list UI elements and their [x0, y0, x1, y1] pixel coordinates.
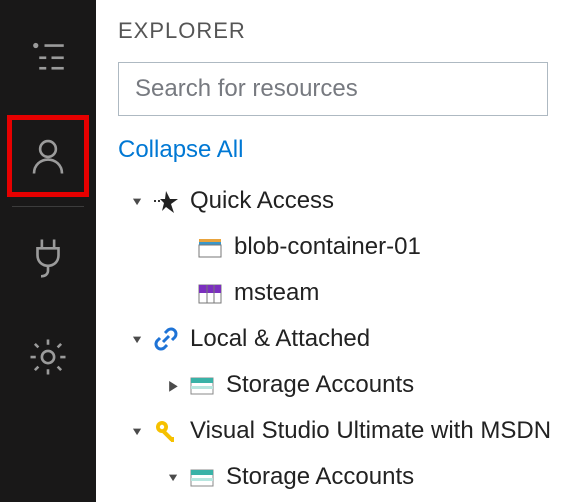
expand-icon[interactable] [164, 377, 182, 394]
tree-label: blob-container-01 [234, 233, 421, 261]
expand-icon[interactable] [128, 423, 146, 439]
tree-label: Storage Accounts [226, 463, 414, 491]
explorer-icon[interactable] [12, 20, 84, 92]
tree-label: Quick Access [190, 187, 334, 215]
container-icon [196, 233, 224, 261]
search-input[interactable] [118, 62, 548, 116]
activity-bar [0, 0, 96, 502]
tree-label: Visual Studio Ultimate with MSDN [190, 417, 551, 445]
tree-node-storage-accounts-2[interactable]: Storage Accounts [118, 454, 562, 500]
tree-node-subscription[interactable]: Visual Studio Ultimate with MSDN [118, 408, 562, 454]
key-icon [152, 417, 180, 445]
account-icon[interactable] [12, 120, 84, 192]
tree-label: Storage Accounts [226, 371, 414, 399]
tree-label: Local & Attached [190, 325, 370, 353]
quick-access-icon [152, 187, 180, 215]
expand-icon[interactable] [128, 193, 146, 209]
storage-icon [188, 371, 216, 399]
tree-label: msteam [234, 279, 319, 307]
tree-node-local-attached[interactable]: Local & Attached [118, 316, 562, 362]
plug-icon[interactable] [12, 221, 84, 293]
table-icon [196, 279, 224, 307]
link-icon [152, 325, 180, 353]
resource-tree: Quick Access blob-container-01 msteam Lo… [118, 178, 562, 500]
collapse-all-link[interactable]: Collapse All [118, 136, 562, 164]
panel-title: EXPLORER [118, 18, 562, 44]
tree-node-storage-accounts-1[interactable]: Storage Accounts [118, 362, 562, 408]
settings-icon[interactable] [12, 321, 84, 393]
sidebar-divider [12, 206, 84, 207]
tree-node-blob-container[interactable]: blob-container-01 [118, 224, 562, 270]
tree-node-msteam[interactable]: msteam [118, 270, 562, 316]
storage-icon [188, 463, 216, 491]
tree-node-quick-access[interactable]: Quick Access [118, 178, 562, 224]
expand-icon[interactable] [164, 469, 182, 485]
expand-icon[interactable] [128, 331, 146, 347]
explorer-panel: EXPLORER Collapse All Quick Access blob-… [96, 0, 562, 502]
